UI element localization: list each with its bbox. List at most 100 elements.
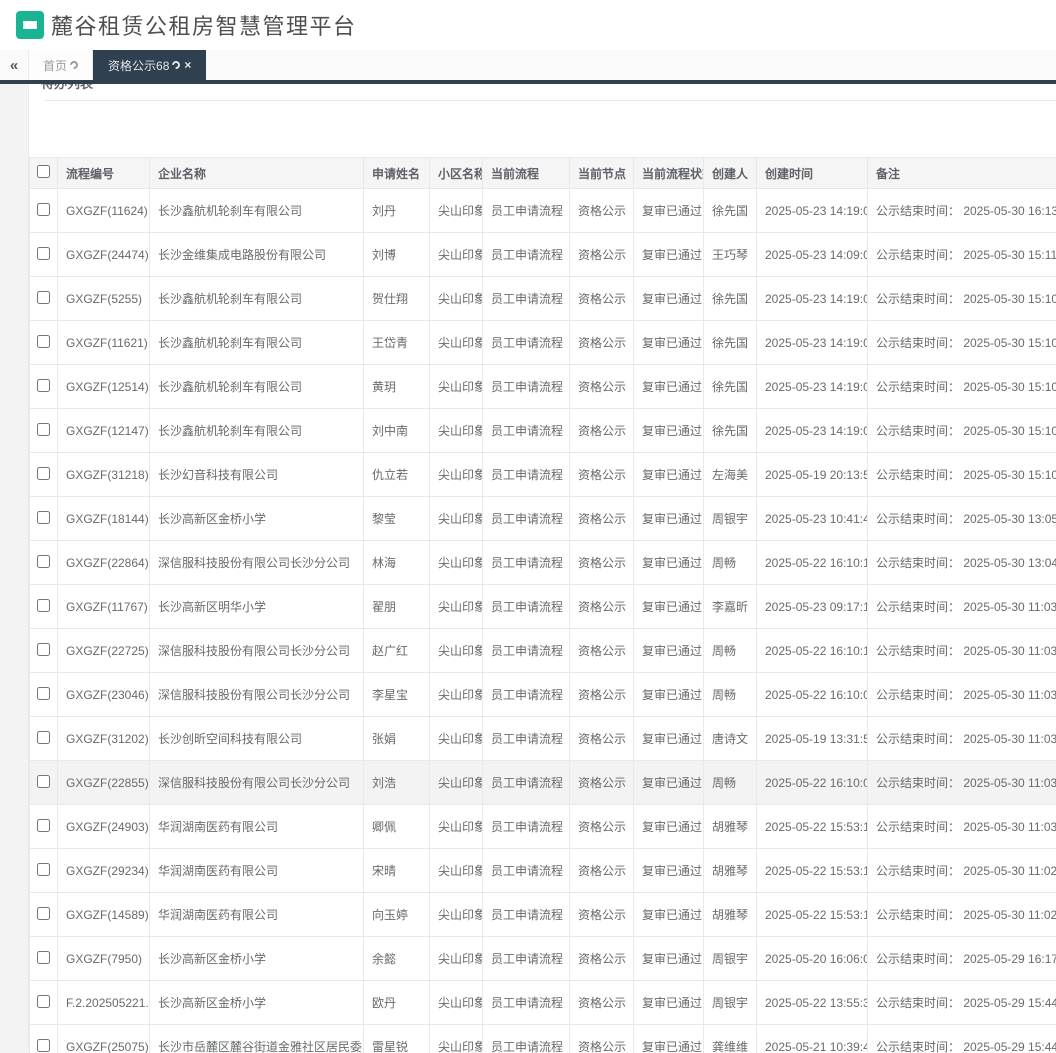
- row-checkbox[interactable]: [37, 994, 50, 1008]
- table-row[interactable]: F.2.202505221... 长沙高新区金桥小学 欧丹 尖山印象 员工申请流…: [29, 980, 1056, 1025]
- cell-creator: 周银宇: [703, 980, 757, 1025]
- row-checkbox[interactable]: [37, 862, 50, 876]
- cell-created-time: 2025-05-22 13:55:38: [756, 980, 868, 1025]
- cell-company: 深信服科技股份有限公司长沙分公司: [149, 760, 364, 805]
- cell-process: 员工申请流程: [482, 276, 570, 321]
- table-row[interactable]: GXGZF(24474) 长沙金维集成电路股份有限公司 刘博 尖山印象 员工申请…: [29, 232, 1056, 277]
- cell-node: 资格公示: [569, 320, 634, 365]
- cell-remark: 公示结束时间： 2025-05-30 15:10:49: [867, 320, 1056, 365]
- select-all-checkbox[interactable]: [37, 165, 50, 178]
- col-header-status: 当前流程状态: [633, 157, 704, 189]
- cell-created-time: 2025-05-23 14:19:06: [756, 188, 868, 233]
- cell-company: 长沙高新区明华小学: [149, 584, 364, 629]
- cell-created-time: 2025-05-23 14:19:07: [756, 276, 868, 321]
- cell-applicant: 仇立若: [363, 452, 430, 497]
- cell-company: 长沙高新区金桥小学: [149, 980, 364, 1025]
- row-checkbox[interactable]: [37, 642, 50, 656]
- content-panel: 待办列表 流程编号 企业名称 申请姓名 小区名称 当前流程 当前节点 当前流程状…: [28, 84, 1056, 1053]
- row-checkbox[interactable]: [37, 774, 50, 788]
- cell-node: 资格公示: [569, 716, 634, 761]
- cell-applicant: 黎莹: [363, 496, 430, 541]
- row-checkbox[interactable]: [37, 730, 50, 744]
- row-checkbox[interactable]: [37, 202, 50, 216]
- cell-community: 尖山印象: [429, 760, 483, 805]
- table-row[interactable]: GXGZF(22725) 深信服科技股份有限公司长沙分公司 赵广红 尖山印象 员…: [29, 628, 1056, 673]
- table-row[interactable]: GXGZF(29234) 华润湖南医药有限公司 宋晴 尖山印象 员工申请流程 资…: [29, 848, 1056, 893]
- cell-remark: 公示结束时间： 2025-05-29 15:44:44: [867, 980, 1056, 1025]
- table-row[interactable]: GXGZF(12514) 长沙鑫航机轮刹车有限公司 黄玥 尖山印象 员工申请流程…: [29, 364, 1056, 409]
- close-tab-icon[interactable]: ×: [184, 59, 191, 71]
- row-checkbox[interactable]: [37, 510, 50, 524]
- row-checkbox[interactable]: [37, 818, 50, 832]
- row-checkbox[interactable]: [37, 598, 50, 612]
- cell-process-id: GXGZF(12514): [57, 364, 150, 409]
- table-row[interactable]: GXGZF(11621) 长沙鑫航机轮刹车有限公司 王岱青 尖山印象 员工申请流…: [29, 320, 1056, 365]
- section-heading: 待办列表: [41, 84, 1056, 92]
- cell-community: 尖山印象: [429, 452, 483, 497]
- row-checkbox[interactable]: [37, 906, 50, 920]
- cell-community: 尖山印象: [429, 628, 483, 673]
- row-checkbox[interactable]: [37, 554, 50, 568]
- cell-applicant: 向玉婷: [363, 892, 430, 937]
- row-checkbox[interactable]: [37, 686, 50, 700]
- col-header-creator: 创建人: [703, 157, 757, 189]
- cell-applicant: 刘丹: [363, 188, 430, 233]
- collapse-tabs-button[interactable]: «: [0, 50, 28, 80]
- table-row[interactable]: GXGZF(14589) 华润湖南医药有限公司 向玉婷 尖山印象 员工申请流程 …: [29, 892, 1056, 937]
- cell-company: 长沙高新区金桥小学: [149, 496, 364, 541]
- cell-node: 资格公示: [569, 452, 634, 497]
- row-checkbox[interactable]: [37, 246, 50, 260]
- row-checkbox[interactable]: [37, 1038, 50, 1052]
- cell-community: 尖山印象: [429, 320, 483, 365]
- row-checkbox[interactable]: [37, 378, 50, 392]
- cell-remark: 公示结束时间： 2025-05-30 11:03:25: [867, 716, 1056, 761]
- refresh-icon[interactable]: [68, 59, 80, 71]
- cell-status: 复审已通过: [633, 1024, 704, 1053]
- cell-creator: 周畅: [703, 760, 757, 805]
- row-checkbox[interactable]: [37, 466, 50, 480]
- cell-creator: 周畅: [703, 628, 757, 673]
- cell-process-id: GXGZF(22864): [57, 540, 150, 585]
- cell-creator: 王巧琴: [703, 232, 757, 277]
- cell-process: 员工申请流程: [482, 760, 570, 805]
- table-row[interactable]: GXGZF(23046) 深信服科技股份有限公司长沙分公司 李星宝 尖山印象 员…: [29, 672, 1056, 717]
- cell-creator: 胡雅琴: [703, 892, 757, 937]
- cell-process: 员工申请流程: [482, 320, 570, 365]
- cell-remark: 公示结束时间： 2025-05-30 16:13:10: [867, 188, 1056, 233]
- table-row[interactable]: GXGZF(25075) 长沙市岳麓区麓谷街道金雅社区居民委员会 雷星锐 尖山印…: [29, 1024, 1056, 1053]
- cell-process: 员工申请流程: [482, 408, 570, 453]
- cell-community: 尖山印象: [429, 892, 483, 937]
- cell-status: 复审已通过: [633, 232, 704, 277]
- table-row[interactable]: GXGZF(18144) 长沙高新区金桥小学 黎莹 尖山印象 员工申请流程 资格…: [29, 496, 1056, 541]
- cell-created-time: 2025-05-21 10:39:48: [756, 1024, 868, 1053]
- tab-home[interactable]: 首页: [28, 50, 94, 80]
- hamburger-menu-button[interactable]: [16, 11, 44, 39]
- table-row[interactable]: GXGZF(31218) 长沙幻音科技有限公司 仇立若 尖山印象 员工申请流程 …: [29, 452, 1056, 497]
- row-checkbox[interactable]: [37, 290, 50, 304]
- table-row[interactable]: GXGZF(31202) 长沙创昕空间科技有限公司 张娟 尖山印象 员工申请流程…: [29, 716, 1056, 761]
- table-row[interactable]: GXGZF(12147) 长沙鑫航机轮刹车有限公司 刘中南 尖山印象 员工申请流…: [29, 408, 1056, 453]
- table-row[interactable]: GXGZF(11767) 长沙高新区明华小学 翟朋 尖山印象 员工申请流程 资格…: [29, 584, 1056, 629]
- row-checkbox[interactable]: [37, 950, 50, 964]
- cell-process-id: GXGZF(5255): [57, 276, 150, 321]
- row-checkbox[interactable]: [37, 334, 50, 348]
- cell-created-time: 2025-05-23 14:19:07: [756, 364, 868, 409]
- table-row[interactable]: GXGZF(7950) 长沙高新区金桥小学 余懿 尖山印象 员工申请流程 资格公…: [29, 936, 1056, 981]
- table-row[interactable]: GXGZF(5255) 长沙鑫航机轮刹车有限公司 贺仕翔 尖山印象 员工申请流程…: [29, 276, 1056, 321]
- cell-applicant: 李星宝: [363, 672, 430, 717]
- cell-process: 员工申请流程: [482, 848, 570, 893]
- cell-creator: 周银宇: [703, 496, 757, 541]
- cell-status: 复审已通过: [633, 804, 704, 849]
- refresh-icon[interactable]: [170, 59, 183, 71]
- table-row[interactable]: GXGZF(11624) 长沙鑫航机轮刹车有限公司 刘丹 尖山印象 员工申请流程…: [29, 188, 1056, 233]
- panel-heading: 待办列表: [29, 84, 1056, 100]
- cell-applicant: 赵广红: [363, 628, 430, 673]
- row-checkbox[interactable]: [37, 422, 50, 436]
- table-row[interactable]: GXGZF(22864) 深信服科技股份有限公司长沙分公司 林海 尖山印象 员工…: [29, 540, 1056, 585]
- cell-status: 复审已通过: [633, 540, 704, 585]
- table-row[interactable]: GXGZF(22855) 深信服科技股份有限公司长沙分公司 刘浩 尖山印象 员工…: [29, 760, 1056, 805]
- tab-qualification-publicity[interactable]: 资格公示68 ×: [93, 50, 207, 80]
- cell-created-time: 2025-05-23 14:19:07: [756, 320, 868, 365]
- table-row[interactable]: GXGZF(24903) 华润湖南医药有限公司 卿佩 尖山印象 员工申请流程 资…: [29, 804, 1056, 849]
- cell-process: 员工申请流程: [482, 452, 570, 497]
